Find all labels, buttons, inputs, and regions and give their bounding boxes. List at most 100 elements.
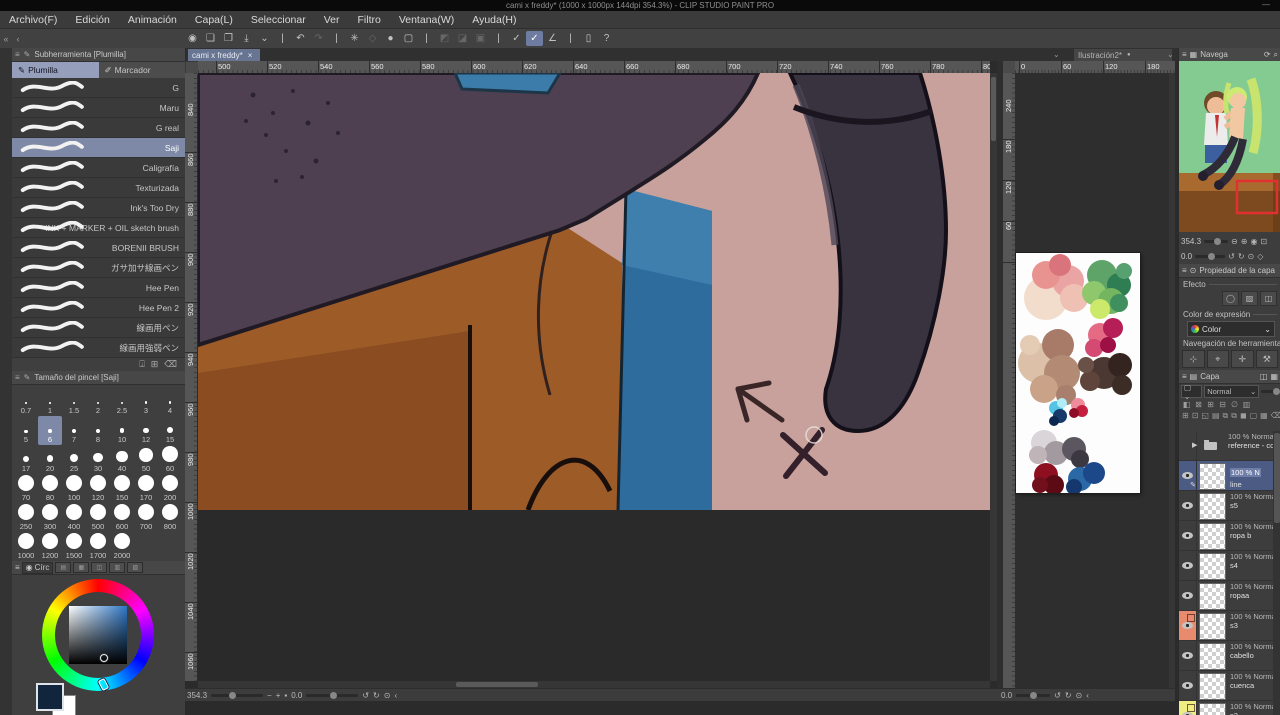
- layer-visibility-toggle[interactable]: ✎: [1179, 611, 1197, 640]
- menu-item[interactable]: Ayuda(H): [463, 14, 525, 26]
- primary-color-chip[interactable]: [36, 683, 64, 711]
- brush-list-item[interactable]: Caligrafía: [12, 158, 185, 178]
- brush-list-item[interactable]: Ink's Too Dry: [12, 198, 185, 218]
- lock-transparent-icon[interactable]: ⊞: [1206, 400, 1215, 409]
- brush-size-cell[interactable]: 70: [14, 474, 38, 503]
- brush-size-cell[interactable]: 300: [38, 503, 62, 532]
- separator[interactable]: |: [328, 31, 345, 46]
- zoom-slider[interactable]: [211, 694, 263, 697]
- separator[interactable]: |: [418, 31, 435, 46]
- zoom-preview-icon[interactable]: ⌕: [1274, 50, 1278, 60]
- subtool-panel-header[interactable]: ≡ ✎ Subherramienta [Plumilla]: [12, 48, 185, 62]
- refresh-icon[interactable]: ⟳: [1264, 50, 1271, 59]
- rotate-right-icon[interactable]: ↻: [1238, 252, 1245, 261]
- open-file-icon[interactable]: ❐: [220, 31, 237, 46]
- tone-effect-icon[interactable]: ▨: [1241, 291, 1258, 306]
- brush-size-cell[interactable]: 80: [38, 474, 62, 503]
- expression-color-select[interactable]: Color ⌄: [1187, 321, 1275, 337]
- brush-density-select[interactable]: ▢ ⌄: [1181, 385, 1202, 398]
- brush-size-cell[interactable]: 700: [134, 503, 158, 532]
- brush-size-panel-header[interactable]: ≡ ✎ Tamaño del pincel [Saji]: [12, 371, 185, 385]
- rotation-slider[interactable]: [1016, 694, 1050, 697]
- transfer-layer-icon[interactable]: ▤: [1212, 411, 1220, 421]
- expand-arrow-icon[interactable]: ▶: [1192, 441, 1197, 449]
- new-subtool-icon[interactable]: ⊞: [151, 359, 159, 370]
- layer-row[interactable]: ✎ ▶ 100 % Normal s4: [1179, 551, 1280, 581]
- brush-list-item[interactable]: Texturizada: [12, 178, 185, 198]
- rotate-left-icon[interactable]: ↺: [1054, 691, 1061, 700]
- undo-icon[interactable]: ↶: [292, 31, 309, 46]
- panel-menu-icon[interactable]: ≡: [15, 373, 20, 382]
- brush-size-cell[interactable]: 3: [134, 387, 158, 416]
- vertical-scrollbar[interactable]: [990, 73, 997, 681]
- tab-ilustracion2[interactable]: Ilustración2* ●: [1074, 49, 1172, 61]
- operate-tool-icon[interactable]: ⊹: [1182, 350, 1205, 368]
- layer-row[interactable]: ✎ ▶ 100 % Normal s3: [1179, 611, 1280, 641]
- layer-visibility-toggle[interactable]: ✎: [1179, 521, 1197, 550]
- rotate-right-icon[interactable]: ↻: [1065, 691, 1072, 700]
- tab-list-chevron-icon[interactable]: ⌄: [1167, 50, 1174, 59]
- brush-size-cell[interactable]: 100: [62, 474, 86, 503]
- layer-thumbnail[interactable]: ▶: [1199, 643, 1226, 670]
- collapsed-tool-sidebar[interactable]: [0, 48, 12, 715]
- close-tab-icon[interactable]: ×: [248, 51, 253, 60]
- menu-item[interactable]: Seleccionar: [242, 14, 315, 26]
- zoom-in-icon[interactable]: +: [276, 691, 281, 700]
- new-folder-icon[interactable]: ◱: [1201, 411, 1209, 421]
- layer-filter-icon[interactable]: ▦: [1270, 372, 1278, 381]
- menu-item[interactable]: Animación: [119, 14, 186, 26]
- zoom-out-icon[interactable]: ⊖: [1231, 237, 1238, 246]
- brush-size-cell[interactable]: 150: [110, 474, 134, 503]
- brush-size-cell[interactable]: 20: [38, 445, 62, 474]
- brush-size-cell[interactable]: 50: [134, 445, 158, 474]
- object-tool-icon[interactable]: ⌖: [1207, 350, 1230, 368]
- menu-item[interactable]: Capa(L): [186, 14, 242, 26]
- border-effect-icon[interactable]: ◯: [1222, 291, 1239, 306]
- layer-thumbnail[interactable]: ▶: [1199, 703, 1226, 715]
- fit-view-icon[interactable]: ▪: [284, 691, 287, 700]
- draft-layer-icon[interactable]: ⊟: [1218, 400, 1227, 409]
- panel-menu-icon[interactable]: ≡: [1182, 266, 1187, 275]
- correct-line-tool-icon[interactable]: ⚒: [1256, 350, 1279, 368]
- reset-rotation-icon[interactable]: ⊙: [384, 691, 391, 700]
- collapse-bar-icon[interactable]: ‹: [1086, 691, 1089, 700]
- brush-size-cell[interactable]: 10: [110, 416, 134, 445]
- brush-size-cell[interactable]: 2.5: [110, 387, 134, 416]
- menu-item[interactable]: Edición: [66, 14, 118, 26]
- brush-size-cell[interactable]: 30: [86, 445, 110, 474]
- layer-thumbnail[interactable]: ▶: [1199, 553, 1226, 580]
- layer-search-icon[interactable]: ◫: [1260, 372, 1268, 381]
- menu-item[interactable]: Archivo(F): [0, 14, 66, 26]
- tab-cami-x-freddy[interactable]: cami x freddy* ×: [188, 49, 260, 61]
- tab-intermediate-color-icon[interactable]: ◫: [91, 562, 107, 573]
- brush-size-cell[interactable]: 2000: [110, 532, 134, 561]
- layer-visibility-toggle[interactable]: ✎: [1179, 701, 1197, 715]
- brush-size-cell[interactable]: 40: [110, 445, 134, 474]
- layer-thumbnail[interactable]: ▶: [1199, 673, 1226, 700]
- tab-approx-color-icon[interactable]: ▥: [109, 562, 125, 573]
- layer-thumbnail[interactable]: ▶: [1199, 463, 1226, 490]
- new-canvas-icon[interactable]: ❏: [202, 31, 219, 46]
- actual-size-icon[interactable]: ◉: [1250, 237, 1257, 246]
- brush-list-item[interactable]: Hee Pen 2: [12, 298, 185, 318]
- layer-row[interactable]: ✎ ▶ 100 % Normal ropaa: [1179, 581, 1280, 611]
- menu-item[interactable]: Filtro: [348, 14, 389, 26]
- rotate-right-icon[interactable]: ↻: [373, 691, 380, 700]
- tab-list-chevron-icon[interactable]: ⌄: [1053, 50, 1060, 59]
- tab-color-history-icon[interactable]: ▨: [127, 562, 143, 573]
- snap-ruler-icon[interactable]: ✓: [508, 31, 525, 46]
- tab-color-slider-icon[interactable]: ▤: [55, 562, 71, 573]
- layer-visibility-toggle[interactable]: ✎: [1179, 461, 1197, 490]
- brush-list-item[interactable]: 線画用ペン: [12, 318, 185, 338]
- layer-color-effect-icon[interactable]: ◫: [1260, 291, 1277, 306]
- new-raster-layer-icon[interactable]: ⊞: [1182, 411, 1189, 421]
- brush-list-item[interactable]: G real: [12, 118, 185, 138]
- brush-size-cell[interactable]: 1000: [14, 532, 38, 561]
- apply-mask-icon[interactable]: ▢: [1250, 411, 1258, 421]
- layer-row[interactable]: ✎ ▶ 100 % N line: [1179, 461, 1280, 491]
- ruler-layer-icon[interactable]: ▥: [1242, 400, 1251, 409]
- layer-row[interactable]: ✎ ▶ 100 % Normal ropa b: [1179, 521, 1280, 551]
- brush-size-cell[interactable]: 400: [62, 503, 86, 532]
- invert-selection-icon[interactable]: ▣: [472, 31, 489, 46]
- brush-list-item[interactable]: INK + MARKER + OIL sketch brush: [12, 218, 185, 238]
